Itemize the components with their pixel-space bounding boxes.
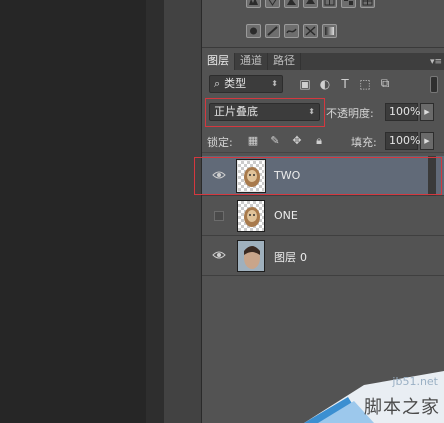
levels-adjust-icon[interactable]: [246, 0, 261, 8]
type-filter-icon[interactable]: T: [338, 77, 352, 91]
opacity-label: 不透明度:: [326, 107, 374, 120]
eye-icon[interactable]: [212, 168, 226, 182]
layer-thumbnail[interactable]: [237, 200, 265, 232]
channel-mixer-adjust-icon[interactable]: [341, 0, 356, 8]
panel-tab-bar: 图层 通道 路径 ▾≡: [202, 53, 444, 70]
layer-highlight: [194, 157, 442, 195]
tab-paths[interactable]: 路径: [268, 53, 301, 70]
color-balance-adjust-icon[interactable]: [303, 0, 318, 8]
black-white-adjust-icon[interactable]: [322, 0, 337, 8]
vibrance-adjust-icon[interactable]: [265, 0, 280, 8]
invert-adjust-icon[interactable]: [246, 24, 261, 38]
lock-label: 锁定:: [207, 136, 233, 149]
layer-list: TWO ONE 图层 0: [194, 156, 444, 276]
lock-all-icon[interactable]: 🔒︎: [312, 134, 326, 147]
tab-channels[interactable]: 通道: [235, 53, 268, 70]
search-icon: ⌕: [214, 77, 221, 90]
layer-thumbnail[interactable]: [237, 240, 265, 272]
blend-mode-highlight: [205, 98, 325, 127]
lock-transparent-icon[interactable]: ▦: [246, 134, 260, 147]
fill-input[interactable]: 100%: [385, 132, 420, 150]
adjustment-filter-icon[interactable]: ◐: [318, 77, 332, 91]
gradient-map-adjust-icon[interactable]: [322, 24, 337, 38]
watermark-site: jb51.net: [392, 375, 438, 388]
filter-type-select[interactable]: ⌕ 类型 ⬍: [209, 75, 283, 93]
canvas-area: [0, 0, 146, 423]
color-lookup-adjust-icon[interactable]: [360, 0, 375, 8]
collapsed-panel-dock: [164, 0, 202, 423]
threshold-adjust-icon[interactable]: [284, 24, 299, 38]
visibility-toggle-empty[interactable]: [214, 211, 224, 221]
layer-name: ONE: [274, 209, 298, 222]
hue-saturation-adjust-icon[interactable]: [284, 0, 299, 8]
layer-filter-row: ⌕ 类型 ⬍ ▣ ◐ T ⬚ ⧉: [202, 72, 444, 96]
layer-name: 图层 0: [274, 251, 307, 264]
shape-filter-icon[interactable]: ⬚: [358, 77, 372, 91]
watermark: jb51.net 脚本之家: [304, 367, 444, 423]
filter-toggle-switch[interactable]: [430, 76, 438, 93]
panel-menu-icon[interactable]: ▾≡: [428, 53, 444, 70]
eye-icon[interactable]: [212, 248, 226, 262]
layer-row-background[interactable]: 图层 0: [202, 236, 444, 276]
blend-row: 正片叠底 ⬍ 不透明度: 100% ▶: [202, 98, 444, 127]
lock-row: 锁定: ▦ ✎ ✥ 🔒︎ 填充: 100% ▶: [202, 129, 444, 153]
layers-panel: 图层 通道 路径 ▾≡ ⌕ 类型 ⬍ ▣ ◐ T ⬚ ⧉ 正片叠底 ⬍ 不透明度:…: [194, 0, 444, 423]
select-arrows-icon: ⬍: [271, 79, 278, 88]
fill-dropdown-icon[interactable]: ▶: [420, 132, 434, 150]
canvas-gutter: [146, 0, 164, 423]
selective-color-adjust-icon[interactable]: [303, 24, 318, 38]
posterize-adjust-icon[interactable]: [265, 24, 280, 38]
filter-type-value: 类型: [224, 77, 247, 90]
layer-name: TWO: [274, 169, 301, 182]
layer-row-two[interactable]: TWO: [194, 156, 444, 196]
lock-image-icon[interactable]: ✎: [268, 134, 282, 147]
layer-scroll-strip: [428, 156, 436, 196]
adjustments-strip: [202, 0, 444, 48]
lock-position-icon[interactable]: ✥: [290, 134, 304, 147]
opacity-dropdown-icon[interactable]: ▶: [420, 103, 434, 121]
tab-layers[interactable]: 图层: [202, 53, 235, 70]
image-filter-icon[interactable]: ▣: [298, 77, 312, 91]
layer-thumbnail[interactable]: [236, 159, 266, 193]
watermark-brand: 脚本之家: [364, 397, 440, 418]
layer-row-one[interactable]: ONE: [202, 196, 444, 236]
opacity-input[interactable]: 100%: [385, 103, 420, 121]
smart-object-filter-icon[interactable]: ⧉: [378, 76, 392, 90]
fill-label: 填充:: [351, 136, 377, 149]
